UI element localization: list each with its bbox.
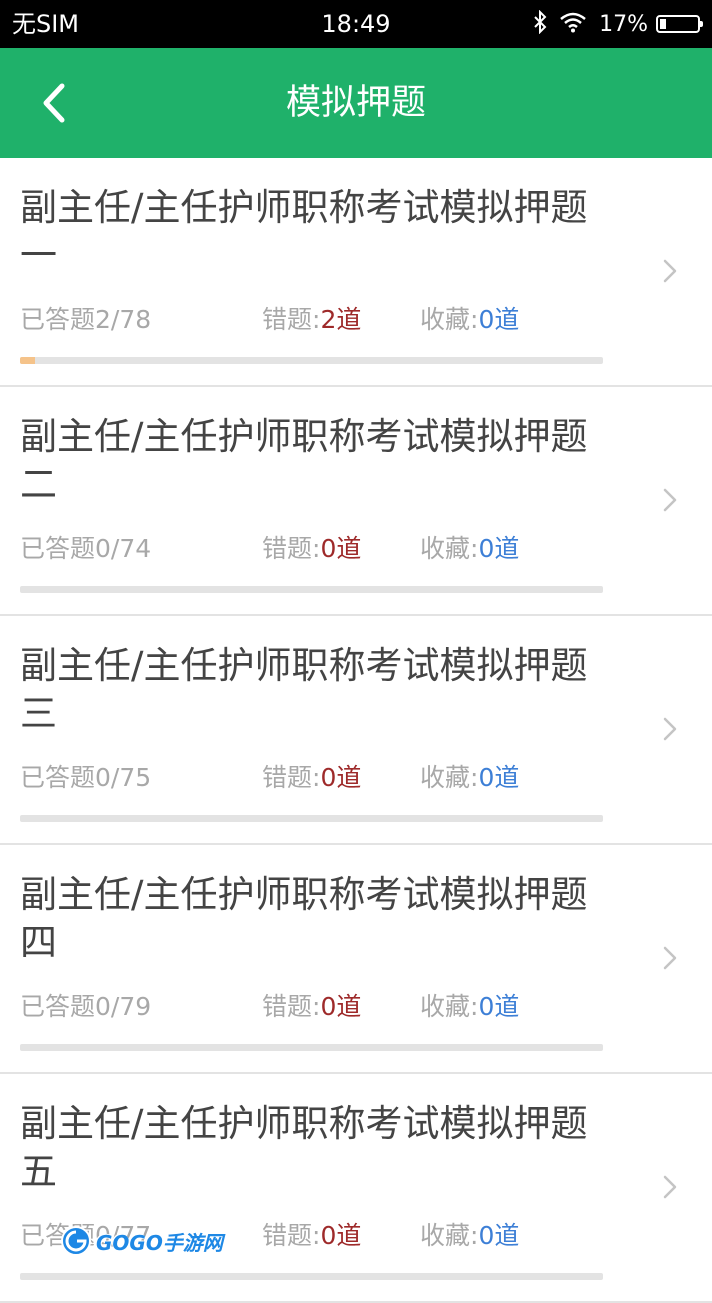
watermark-logo-icon	[61, 1226, 91, 1256]
answered-count: 已答题0/75	[20, 763, 152, 792]
exam-stats: 已答题0/75 错题:0道 收藏:0道	[20, 761, 620, 795]
favorite-count: 收藏:0道	[420, 534, 520, 563]
nav-bar: 模拟押题	[0, 48, 712, 158]
favorite-count: 收藏:0道	[420, 992, 520, 1021]
progress-bar	[20, 586, 603, 593]
wifi-icon	[559, 11, 587, 37]
exam-list-item[interactable]: 副主任/主任护师职称考试模拟押题二 已答题0/74 错题:0道 收藏:0道	[0, 387, 712, 616]
wrong-count: 错题:0道	[262, 763, 362, 792]
exam-list-item[interactable]: 副主任/主任护师职称考试模拟押题四 已答题0/79 错题:0道 收藏:0道	[0, 845, 712, 1074]
wrong-count: 错题:2道	[262, 305, 362, 334]
exam-list-item[interactable]: 副主任/主任护师职称考试模拟押题一 已答题2/78 错题:2道 收藏:0道	[0, 158, 712, 387]
page-title: 模拟押题	[285, 83, 426, 123]
progress-bar	[20, 357, 603, 364]
exam-title: 副主任/主任护师职称考试模拟押题三	[20, 644, 588, 735]
answered-count: 已答题2/78	[20, 305, 152, 334]
progress-bar	[20, 1273, 603, 1280]
exam-title: 副主任/主任护师职称考试模拟押题四	[20, 873, 588, 964]
exam-list-item[interactable]: 副主任/主任护师职称考试模拟押题五 已答题0/77 错题:0道 收藏:0道	[0, 1074, 712, 1303]
favorite-count: 收藏:0道	[420, 763, 520, 792]
status-bar: 无SIM 18:49 17%	[0, 0, 712, 48]
chevron-right-icon	[663, 946, 677, 970]
wrong-count: 错题:0道	[262, 1221, 362, 1250]
exam-stats: 已答题2/78 错题:2道 收藏:0道	[20, 303, 620, 337]
battery-icon	[656, 15, 703, 33]
wrong-count: 错题:0道	[262, 992, 362, 1021]
progress-bar	[20, 815, 603, 822]
exam-list-item[interactable]: 副主任/主任护师职称考试模拟押题三 已答题0/75 错题:0道 收藏:0道	[0, 616, 712, 845]
answered-count: 已答题0/74	[20, 534, 152, 563]
bluetooth-icon	[533, 9, 547, 38]
chevron-right-icon	[663, 259, 677, 283]
favorite-count: 收藏:0道	[420, 1221, 520, 1250]
exam-title: 副主任/主任护师职称考试模拟押题一	[20, 186, 588, 277]
exam-list: 副主任/主任护师职称考试模拟押题一 已答题2/78 错题:2道 收藏:0道 副主…	[0, 158, 712, 1303]
watermark-text: GOGO手游网	[96, 1230, 223, 1255]
exam-stats: 已答题0/79 错题:0道 收藏:0道	[20, 990, 620, 1024]
progress-fill	[20, 357, 36, 364]
wrong-count: 错题:0道	[262, 534, 362, 563]
chevron-right-icon	[663, 717, 677, 741]
exam-stats: 已答题0/74 错题:0道 收藏:0道	[20, 532, 620, 566]
exam-title: 副主任/主任护师职称考试模拟押题五	[20, 1102, 588, 1193]
status-indicators: 17%	[533, 9, 703, 39]
chevron-right-icon	[663, 1175, 677, 1199]
battery-percent: 17%	[599, 11, 648, 37]
exam-title: 副主任/主任护师职称考试模拟押题二	[20, 415, 588, 506]
watermark: GOGO手游网	[60, 1224, 223, 1258]
progress-bar	[20, 1044, 603, 1051]
favorite-count: 收藏:0道	[420, 305, 520, 334]
chevron-right-icon	[663, 488, 677, 512]
answered-count: 已答题0/79	[20, 992, 152, 1021]
